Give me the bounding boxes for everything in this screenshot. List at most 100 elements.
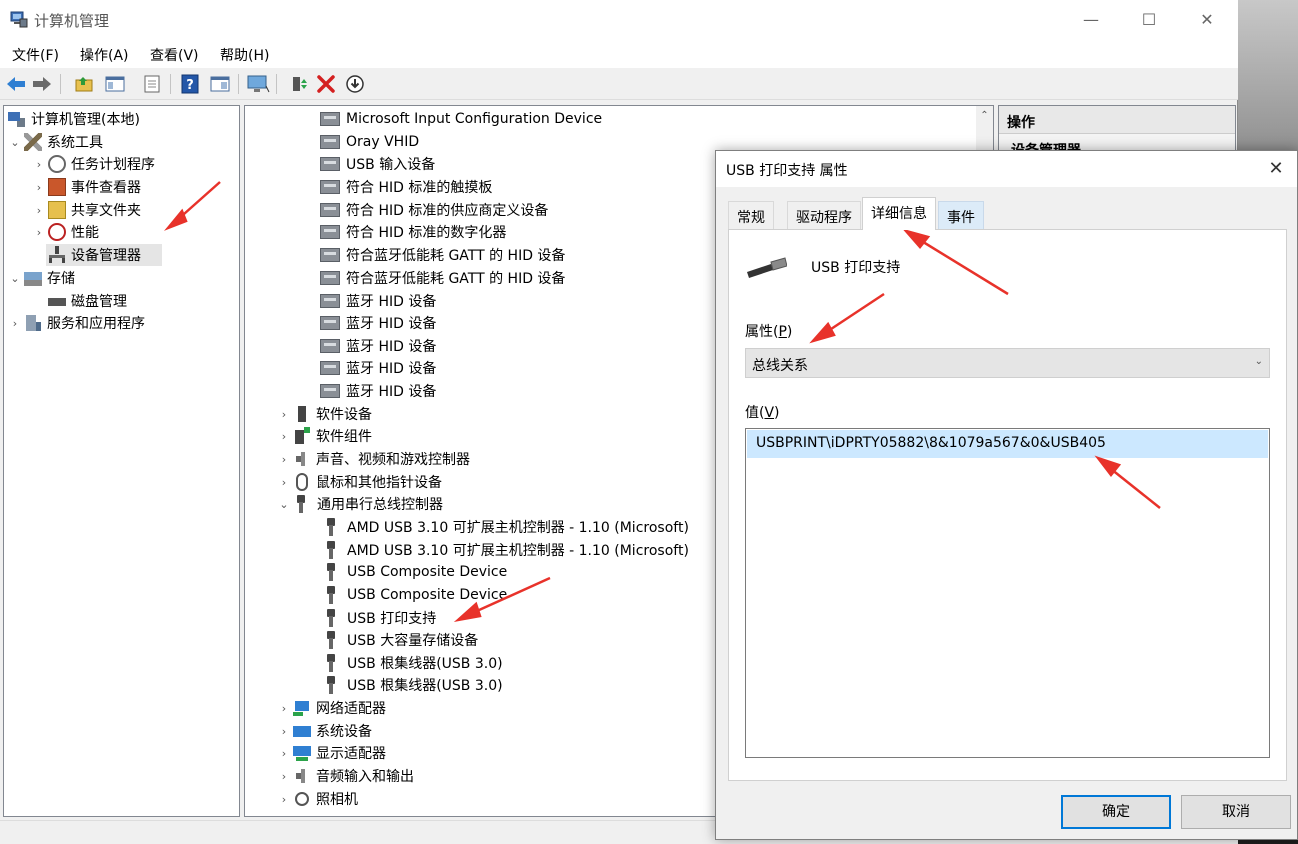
menu-help[interactable]: 帮助(H) — [220, 45, 269, 65]
menu-file[interactable]: 文件(F) — [12, 45, 59, 65]
chevron-right-icon[interactable]: › — [277, 453, 291, 466]
minimize-button[interactable]: — — [1068, 6, 1114, 34]
usb-icon — [326, 654, 336, 672]
device-label: 符合 HID 标准的数字化器 — [346, 225, 507, 241]
chevron-down-icon[interactable]: ⌄ — [8, 272, 22, 285]
usb-device-item[interactable]: AMD USB 3.10 可扩展主机控制器 - 1.10 (Microsoft) — [321, 539, 689, 561]
dialog-close-button[interactable]: ✕ — [1261, 155, 1291, 183]
usb-device-item[interactable]: USB 大容量存储设备 — [321, 629, 478, 651]
device-item[interactable]: 符合 HID 标准的数字化器 — [320, 221, 506, 243]
chevron-right-icon[interactable]: › — [32, 226, 46, 239]
category-audio-io[interactable]: › 音频输入和输出 — [277, 765, 414, 787]
menu-view[interactable]: 查看(V) — [150, 45, 199, 65]
usb-device-item[interactable]: AMD USB 3.10 可扩展主机控制器 - 1.10 (Microsoft) — [321, 516, 689, 538]
computer-icon[interactable] — [246, 72, 270, 96]
category-camera[interactable]: › 照相机 — [277, 788, 358, 810]
device-item[interactable]: 蓝牙 HID 设备 — [320, 380, 436, 402]
tab-general[interactable]: 常规 — [728, 201, 774, 229]
chevron-down-icon[interactable]: ⌄ — [277, 498, 291, 511]
uninstall-x-icon[interactable] — [314, 72, 338, 96]
category-label: 网络适配器 — [316, 701, 386, 717]
usb-icon — [296, 495, 306, 513]
chevron-right-icon[interactable]: › — [277, 430, 291, 443]
up-folder-icon[interactable] — [72, 72, 96, 96]
usb-device-item[interactable]: USB Composite Device — [321, 561, 507, 583]
cancel-button[interactable]: 取消 — [1181, 795, 1291, 829]
chevron-right-icon[interactable]: › — [277, 793, 291, 806]
category-label: 显示适配器 — [316, 746, 386, 762]
tree-disk-management[interactable]: 磁盘管理 — [46, 290, 127, 312]
chevron-right-icon[interactable]: › — [32, 158, 46, 171]
category-network[interactable]: › 网络适配器 — [277, 697, 386, 719]
tree-label: 设备管理器 — [71, 248, 141, 264]
chevron-down-icon[interactable]: ⌄ — [8, 136, 22, 149]
chevron-right-icon[interactable]: › — [277, 408, 291, 421]
category-mice[interactable]: › 鼠标和其他指针设备 — [277, 471, 442, 493]
device-item[interactable]: 蓝牙 HID 设备 — [320, 335, 436, 357]
tree-root[interactable]: 计算机管理(本地) — [6, 108, 140, 130]
device-item[interactable]: 符合 HID 标准的触摸板 — [320, 176, 492, 198]
category-sound[interactable]: › 声音、视频和游戏控制器 — [277, 448, 470, 470]
tree-performance[interactable]: › 性能 — [32, 221, 99, 243]
chevron-right-icon[interactable]: › — [8, 317, 22, 330]
chevron-right-icon[interactable]: › — [277, 702, 291, 715]
device-item[interactable]: 蓝牙 HID 设备 — [320, 357, 436, 379]
forward-arrow-icon[interactable] — [30, 72, 54, 96]
device-item[interactable]: 符合 HID 标准的供应商定义设备 — [320, 199, 548, 221]
toolbar: ? — [0, 68, 1238, 100]
tree-task-scheduler[interactable]: › 任务计划程序 — [32, 153, 155, 175]
usb-device-item-print-support[interactable]: USB 打印支持 — [321, 607, 436, 629]
scroll-up-icon[interactable]: ⌃ — [976, 106, 993, 121]
chevron-right-icon[interactable]: › — [32, 181, 46, 194]
chevron-right-icon[interactable]: › — [277, 725, 291, 738]
tree-shared-folders[interactable]: › 共享文件夹 — [32, 199, 141, 221]
tab-events[interactable]: 事件 — [938, 201, 984, 229]
device-manager-icon — [48, 246, 66, 264]
tree-device-manager[interactable]: 设备管理器 — [46, 244, 162, 266]
tab-driver[interactable]: 驱动程序 — [787, 201, 861, 229]
value-row-selected[interactable]: USBPRINT\iDPRTY05882\8&1079a567&0&USB405 — [747, 430, 1268, 458]
device-item[interactable]: 符合蓝牙低能耗 GATT 的 HID 设备 — [320, 267, 565, 289]
tab-details[interactable]: 详细信息 — [862, 197, 936, 230]
maximize-button[interactable]: ☐ — [1126, 6, 1172, 34]
show-pane-icon[interactable] — [208, 72, 232, 96]
back-arrow-icon[interactable] — [4, 72, 28, 96]
usb-icon — [326, 541, 336, 559]
tree-system-tools[interactable]: ⌄ 系统工具 — [8, 131, 103, 153]
help-icon[interactable]: ? — [178, 72, 202, 96]
enable-device-icon[interactable] — [287, 72, 311, 96]
disk-icon — [48, 292, 66, 310]
export-list-icon[interactable] — [140, 72, 164, 96]
chevron-right-icon[interactable]: › — [277, 476, 291, 489]
value-listbox[interactable]: USBPRINT\iDPRTY05882\8&1079a567&0&USB405 — [745, 428, 1270, 758]
tree-services-apps[interactable]: › 服务和应用程序 — [8, 312, 145, 334]
toolbar-separator — [170, 74, 171, 94]
property-dropdown[interactable]: 总线关系 ⌄ — [745, 348, 1270, 378]
update-driver-icon[interactable] — [343, 72, 367, 96]
category-display[interactable]: › 显示适配器 — [277, 742, 386, 764]
tree-event-viewer[interactable]: › 事件查看器 — [32, 176, 141, 198]
usb-device-item[interactable]: USB Composite Device — [321, 584, 507, 606]
tree-storage[interactable]: ⌄ 存储 — [8, 267, 75, 289]
chevron-right-icon[interactable]: › — [32, 204, 46, 217]
device-item[interactable]: 蓝牙 HID 设备 — [320, 290, 436, 312]
device-item[interactable]: Oray VHID — [320, 131, 419, 153]
device-item[interactable]: Microsoft Input Configuration Device — [320, 108, 602, 130]
category-software-devices[interactable]: › 软件设备 — [277, 403, 372, 425]
category-system[interactable]: › 系统设备 — [277, 720, 372, 742]
menu-action[interactable]: 操作(A) — [80, 45, 129, 65]
show-hide-tree-icon[interactable] — [103, 72, 127, 96]
chevron-right-icon[interactable]: › — [277, 747, 291, 760]
device-item[interactable]: 蓝牙 HID 设备 — [320, 312, 436, 334]
hid-device-icon — [320, 271, 340, 285]
device-item[interactable]: 符合蓝牙低能耗 GATT 的 HID 设备 — [320, 244, 565, 266]
usb-device-item[interactable]: USB 根集线器(USB 3.0) — [321, 652, 503, 674]
chevron-right-icon[interactable]: › — [277, 770, 291, 783]
category-software-components[interactable]: › 软件组件 — [277, 425, 372, 447]
network-adapter-icon — [293, 699, 311, 717]
usb-device-item[interactable]: USB 根集线器(USB 3.0) — [321, 674, 503, 696]
device-item[interactable]: USB 输入设备 — [320, 153, 435, 175]
category-usb-controllers[interactable]: ⌄ 通用串行总线控制器 — [277, 493, 443, 515]
close-button[interactable]: ✕ — [1184, 6, 1230, 34]
ok-button[interactable]: 确定 — [1061, 795, 1171, 829]
